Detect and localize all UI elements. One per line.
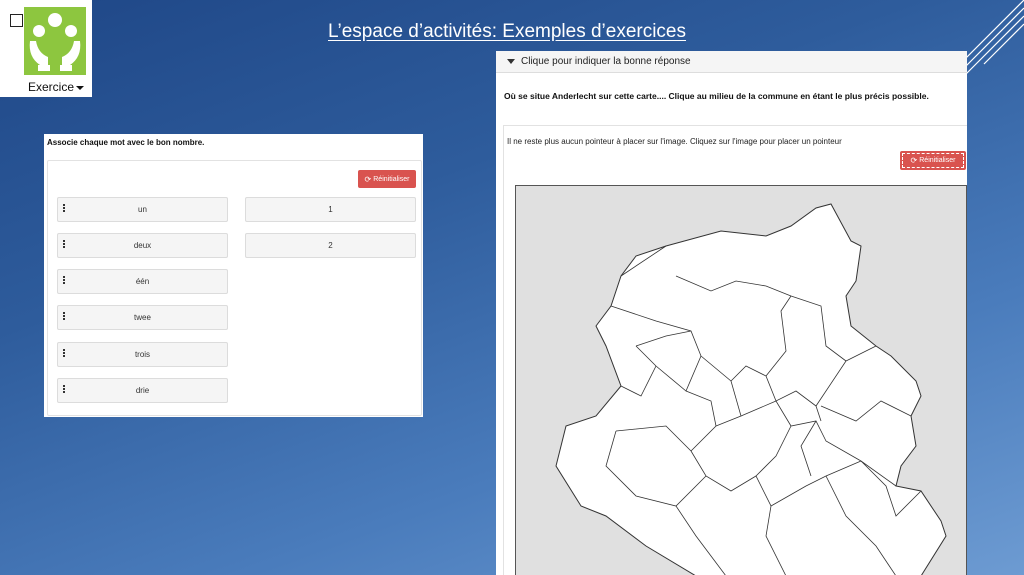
- exercise-menu[interactable]: Exercice: [0, 0, 92, 97]
- draggable-word[interactable]: één: [57, 269, 228, 294]
- reset-button[interactable]: ⟳ Réinitialiser: [900, 151, 966, 170]
- drag-handle-icon[interactable]: [63, 240, 65, 249]
- drag-handle-icon[interactable]: [63, 349, 65, 358]
- drag-handle-icon[interactable]: [63, 204, 65, 213]
- checkbox[interactable]: [10, 14, 23, 27]
- collapsible-header[interactable]: Clique pour indiquer la bonne réponse: [496, 51, 967, 73]
- brussels-map-image[interactable]: [515, 185, 967, 575]
- draggable-word[interactable]: drie: [57, 378, 228, 403]
- number-dropzone[interactable]: 2: [245, 233, 416, 258]
- map-question: Où se situe Anderlecht sur cette carte..…: [504, 91, 929, 101]
- draggable-word[interactable]: un: [57, 197, 228, 222]
- refresh-icon: ⟳: [910, 156, 918, 165]
- exercise-menu-label[interactable]: Exercice: [28, 80, 85, 94]
- slide-title: L’espace d’activités: Exemples d’exercic…: [328, 21, 687, 42]
- map-exercise-panel: Clique pour indiquer la bonne réponse Où…: [496, 51, 967, 575]
- chevron-down-icon: [76, 85, 85, 90]
- draggable-word[interactable]: twee: [57, 305, 228, 330]
- caret-down-icon: [507, 59, 515, 64]
- drag-handle-icon[interactable]: [63, 385, 65, 394]
- refresh-icon: ⟳: [364, 174, 372, 184]
- exercise-instruction: Associe chaque mot avec le bon nombre.: [47, 138, 205, 147]
- matching-area: ⟳ Réinitialiser un deux één twee trois d…: [47, 160, 422, 416]
- number-dropzone[interactable]: 1: [245, 197, 416, 222]
- matching-exercise-panel: Associe chaque mot avec le bon nombre. ⟳…: [44, 134, 423, 417]
- pointer-status-text: Il ne reste plus aucun pointeur à placer…: [507, 137, 842, 146]
- brussels-communes-map[interactable]: [516, 186, 966, 575]
- draggable-word[interactable]: deux: [57, 233, 228, 258]
- drag-handle-icon[interactable]: [63, 276, 65, 285]
- drag-handle-icon[interactable]: [63, 312, 65, 321]
- reset-button[interactable]: ⟳ Réinitialiser: [358, 170, 416, 188]
- draggable-word[interactable]: trois: [57, 342, 228, 367]
- juggling-hands-icon: [24, 7, 86, 75]
